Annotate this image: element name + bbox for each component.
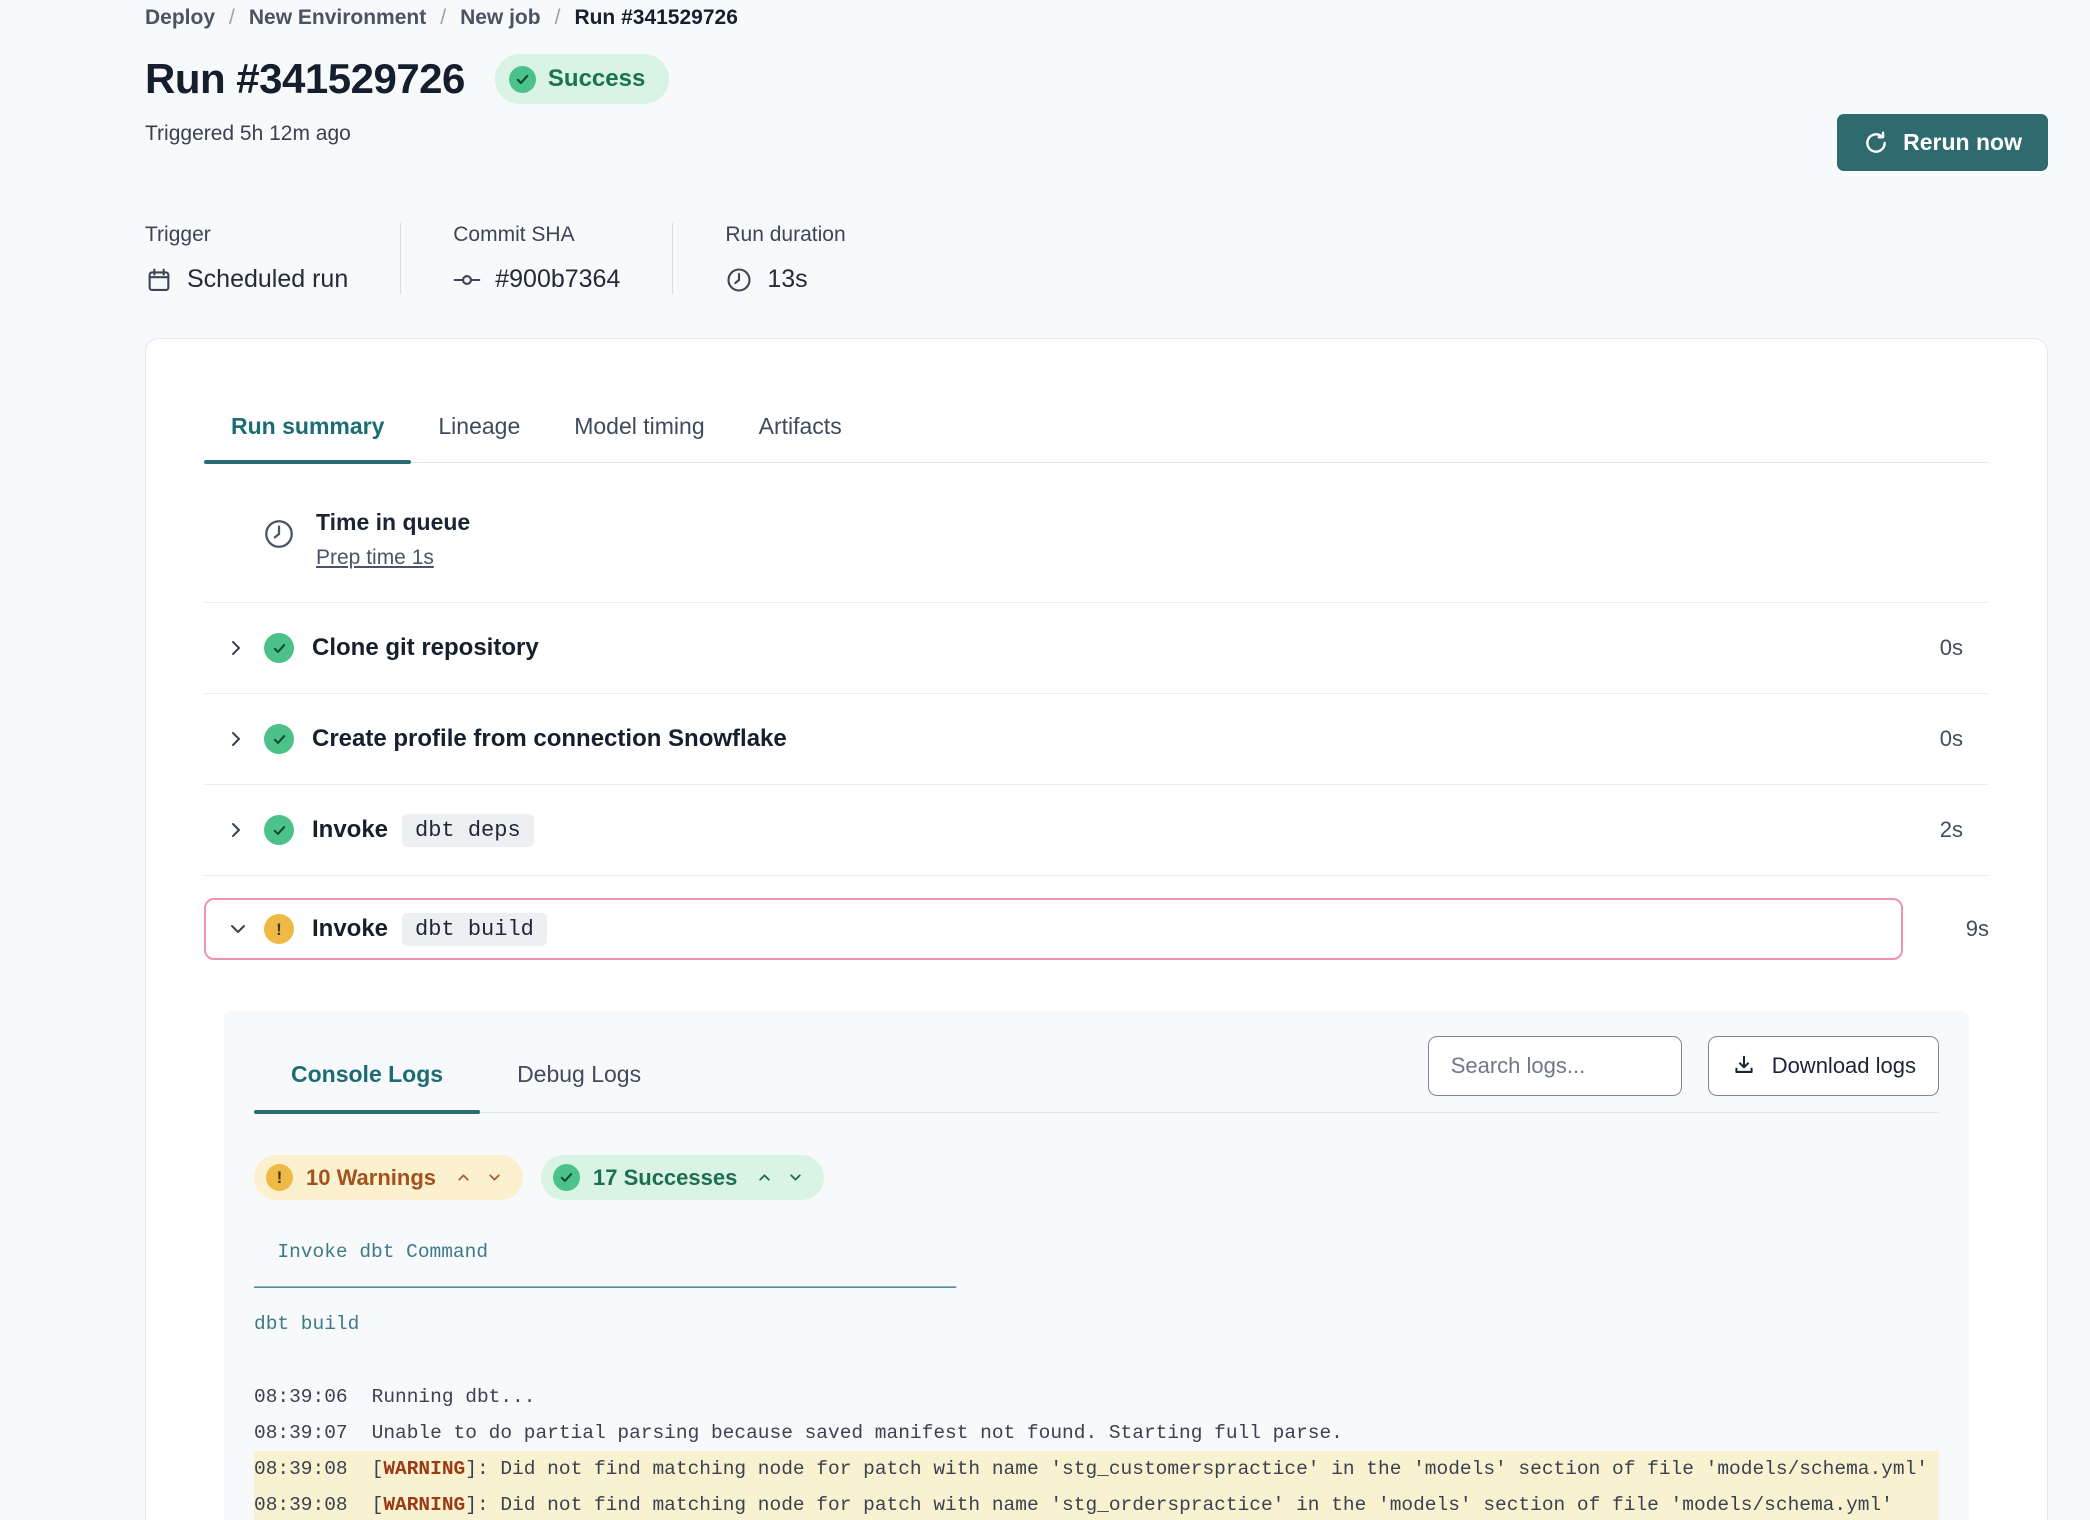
success-check-icon [509, 66, 536, 93]
triggered-timestamp: Triggered 5h 12m ago [145, 122, 669, 146]
log-command-header: Invoke dbt Command [254, 1234, 1939, 1270]
run-meta: Trigger Scheduled run Commit SHA #900b73… [145, 223, 2048, 294]
tab-run-summary[interactable]: Run summary [204, 413, 411, 462]
log-divider: ────────────────────────────────────────… [254, 1270, 1939, 1306]
caret-down-icon[interactable] [787, 1169, 804, 1186]
meta-commit: Commit SHA #900b7364 [400, 223, 672, 294]
clock-icon [262, 509, 296, 570]
breadcrumb-new-job[interactable]: New job [460, 6, 541, 30]
step-invoke-dbt-build: ! Invoke dbt build 9s [204, 898, 1989, 960]
step-label: Create profile from connection Snowflake [312, 725, 787, 753]
commit-sha-value: #900b7364 [495, 265, 620, 294]
success-check-icon [553, 1164, 580, 1191]
download-icon [1731, 1053, 1757, 1079]
trigger-value: Scheduled run [187, 265, 348, 294]
tab-debug-logs[interactable]: Debug Logs [480, 1041, 678, 1112]
success-check-icon [264, 815, 294, 845]
prep-time-link[interactable]: Prep time 1s [316, 546, 470, 570]
warnings-badge[interactable]: ! 10 Warnings [254, 1155, 523, 1200]
step-label: Invoke [312, 915, 388, 943]
chevron-right-icon[interactable] [224, 636, 248, 660]
run-duration-value: 13s [767, 265, 807, 294]
warnings-badge-label: 10 Warnings [306, 1165, 436, 1191]
run-tabs: Run summary Lineage Model timing Artifac… [204, 413, 1989, 463]
warning-icon: ! [264, 914, 294, 944]
step-label: Invoke [312, 816, 388, 844]
caret-up-icon[interactable] [756, 1169, 773, 1186]
tab-console-logs[interactable]: Console Logs [254, 1041, 480, 1112]
commit-icon [453, 266, 481, 294]
breadcrumb-deploy[interactable]: Deploy [145, 6, 215, 30]
log-line-warning: 08:39:08[WARNING]: Did not find matching… [254, 1487, 1939, 1520]
step-command-chip: dbt deps [402, 814, 534, 847]
breadcrumb-separator: / [229, 6, 235, 30]
breadcrumb: Deploy / New Environment / New job / Run… [145, 6, 2048, 30]
refresh-icon [1863, 130, 1889, 156]
breadcrumb-new-environment[interactable]: New Environment [249, 6, 426, 30]
calendar-icon [145, 266, 173, 294]
step-duration: 0s [1940, 635, 1963, 661]
chevron-right-icon[interactable] [224, 818, 248, 842]
step-label: Clone git repository [312, 634, 539, 662]
run-summary-card: Run summary Lineage Model timing Artifac… [145, 338, 2048, 1520]
breadcrumb-separator: / [440, 6, 446, 30]
successes-badge-label: 17 Successes [593, 1165, 737, 1191]
clock-icon [725, 266, 753, 294]
success-check-icon [264, 724, 294, 754]
step-invoke-dbt-deps[interactable]: Invoke dbt deps 2s [204, 785, 1989, 876]
step-command-chip: dbt build [402, 913, 547, 946]
status-badge: Success [495, 54, 669, 104]
rerun-now-label: Rerun now [1903, 129, 2022, 156]
download-logs-label: Download logs [1772, 1053, 1916, 1079]
breadcrumb-current-run: Run #341529726 [574, 6, 737, 30]
step-duration: 0s [1940, 726, 1963, 752]
log-line: 08:39:07Unable to do partial parsing bec… [254, 1415, 1939, 1451]
successes-badge[interactable]: 17 Successes [541, 1155, 824, 1200]
step-create-profile-snowflake[interactable]: Create profile from connection Snowflake… [204, 694, 1989, 785]
tab-artifacts[interactable]: Artifacts [732, 413, 869, 462]
chevron-down-icon[interactable] [226, 917, 250, 941]
trigger-label: Trigger [145, 223, 348, 247]
success-check-icon [264, 633, 294, 663]
log-command: dbt build [254, 1306, 1939, 1342]
run-duration-label: Run duration [725, 223, 845, 247]
step-duration: 2s [1940, 817, 1963, 843]
log-summary-badges: ! 10 Warnings 17 Successes [254, 1155, 1939, 1200]
time-in-queue-section: Time in queue Prep time 1s [204, 463, 1989, 603]
log-line: 08:39:06Running dbt... [254, 1379, 1939, 1415]
console-log-output: Invoke dbt Command ─────────────────────… [254, 1234, 1939, 1520]
chevron-right-icon[interactable] [224, 727, 248, 751]
download-logs-button[interactable]: Download logs [1708, 1036, 1939, 1096]
commit-sha-label: Commit SHA [453, 223, 620, 247]
meta-trigger: Trigger Scheduled run [145, 223, 400, 294]
page: Deploy / New Environment / New job / Run… [0, 0, 2090, 1520]
header-left: Run #341529726 Success Triggered 5h 12m … [145, 54, 669, 146]
page-title: Run #341529726 [145, 55, 465, 103]
tab-model-timing[interactable]: Model timing [547, 413, 731, 462]
logs-panel: Console Logs Debug Logs Download logs [224, 1010, 1969, 1520]
warning-icon: ! [266, 1164, 293, 1191]
status-badge-label: Success [548, 65, 645, 93]
step-duration: 9s [1903, 916, 1989, 942]
logs-tab-strip: Console Logs Debug Logs Download logs [254, 1036, 1939, 1113]
page-header: Run #341529726 Success Triggered 5h 12m … [145, 54, 2048, 171]
caret-down-icon[interactable] [486, 1169, 503, 1186]
time-in-queue-title: Time in queue [316, 509, 470, 536]
step-invoke-dbt-build-row[interactable]: ! Invoke dbt build [204, 898, 1903, 960]
tab-lineage[interactable]: Lineage [411, 413, 547, 462]
log-line-warning: 08:39:08[WARNING]: Did not find matching… [254, 1451, 1939, 1487]
step-clone-git-repository[interactable]: Clone git repository 0s [204, 603, 1989, 694]
rerun-now-button[interactable]: Rerun now [1837, 114, 2048, 171]
breadcrumb-separator: / [555, 6, 561, 30]
meta-duration: Run duration 13s [672, 223, 897, 294]
search-logs-input[interactable] [1428, 1036, 1682, 1096]
caret-up-icon[interactable] [455, 1169, 472, 1186]
